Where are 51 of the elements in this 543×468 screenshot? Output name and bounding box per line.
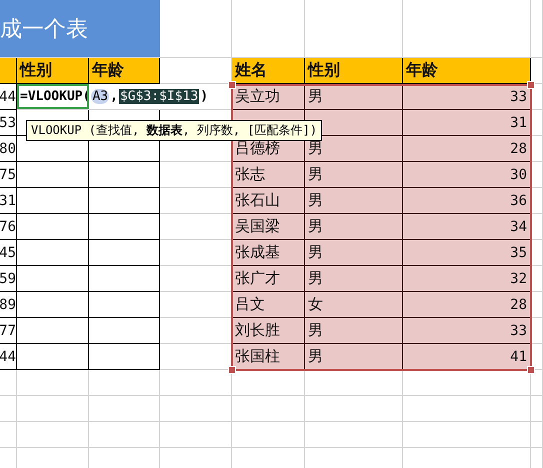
table-cell: 80 xyxy=(0,136,17,162)
table-cell: 张志 xyxy=(232,162,305,188)
table-cell: 女 xyxy=(305,292,403,318)
title-banner: 成一个表 xyxy=(0,0,160,58)
table-cell: 吴立功 xyxy=(232,84,305,110)
table-cell: 31 xyxy=(0,188,17,214)
selection-frame xyxy=(17,84,89,109)
column-header: 姓名 xyxy=(232,58,305,84)
table-cell: 28 xyxy=(403,292,531,318)
table-cell: 77 xyxy=(0,318,17,344)
table-cell: 男 xyxy=(305,240,403,266)
function-tooltip: VLOOKUP (查找值, 数据表, 列序数, [匹配条件]) xyxy=(26,120,322,141)
table-cell: 44 xyxy=(0,344,17,370)
table-cell: 28 xyxy=(403,136,531,162)
table-cell: 33 xyxy=(403,318,531,344)
column-header: 性别 xyxy=(17,58,89,84)
header-cell xyxy=(0,58,17,84)
table-cell: 张国柱 xyxy=(232,344,305,370)
column-header: 年龄 xyxy=(403,58,531,84)
column-header: 性别 xyxy=(305,58,403,84)
table-cell: 35 xyxy=(403,240,531,266)
table-cell: 男 xyxy=(305,318,403,344)
table-cell: 75 xyxy=(0,162,17,188)
table-cell: 33 xyxy=(403,84,531,110)
table-cell: 男 xyxy=(305,344,403,370)
table-cell: 男 xyxy=(305,84,403,110)
table-cell: 31 xyxy=(403,110,531,136)
formula-cell[interactable]: =VLOOKUP(A3,$G$3:$I$13) xyxy=(17,84,232,110)
table-cell: 张广才 xyxy=(232,266,305,292)
column-header: 年龄 xyxy=(89,58,160,84)
table-cell: 男 xyxy=(305,188,403,214)
table-cell: 32 xyxy=(403,266,531,292)
table-cell: 41 xyxy=(403,344,531,370)
table-cell: 53 xyxy=(0,110,17,136)
table-cell: 男 xyxy=(305,266,403,292)
table-cell: 刘长胜 xyxy=(232,318,305,344)
table-cell: 张石山 xyxy=(232,188,305,214)
table-cell: 45 xyxy=(0,240,17,266)
table-cell: 76 xyxy=(0,214,17,240)
table-cell: 吕文 xyxy=(232,292,305,318)
table-cell: 男 xyxy=(305,136,403,162)
table-cell: 男 xyxy=(305,214,403,240)
table-cell: 89 xyxy=(0,292,17,318)
table-cell: 36 xyxy=(403,188,531,214)
table-cell: 59 xyxy=(0,266,17,292)
table-cell: 男 xyxy=(305,162,403,188)
table-cell: 44 xyxy=(0,84,17,110)
table-cell: 30 xyxy=(403,162,531,188)
table-cell: 34 xyxy=(403,214,531,240)
table-cell: 张成基 xyxy=(232,240,305,266)
table-cell: 吴国梁 xyxy=(232,214,305,240)
